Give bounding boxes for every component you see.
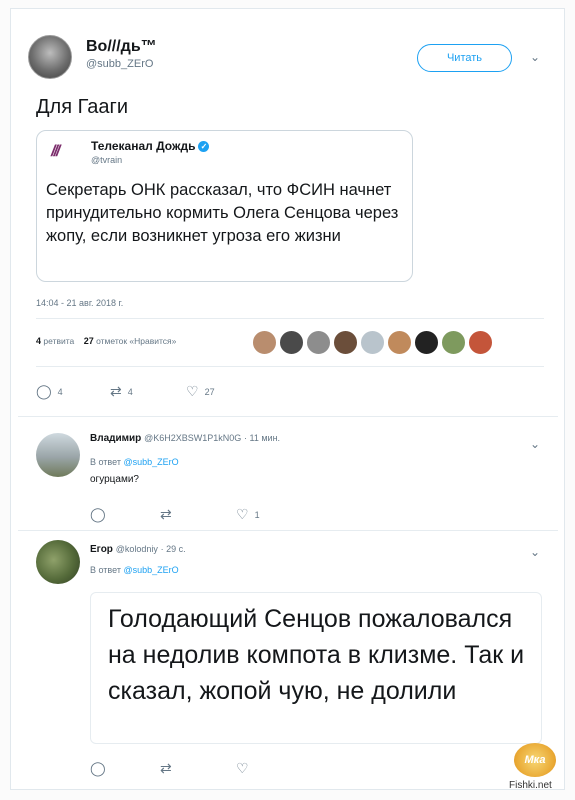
reply-to-link[interactable]: @subb_ZErO [123, 565, 178, 575]
retweet-icon: ⇄ [160, 506, 172, 522]
reply-to-link[interactable]: @subb_ZErO [123, 457, 178, 467]
liker-avatar[interactable] [333, 330, 358, 355]
retweet-count: 4 [127, 386, 133, 397]
liker-avatar[interactable] [279, 330, 304, 355]
liker-avatar[interactable] [468, 330, 493, 355]
quoted-author-name-label: Телеканал Дождь [91, 139, 196, 153]
divider [36, 366, 544, 367]
like-count: 27 [204, 386, 215, 397]
liker-avatar[interactable] [252, 330, 277, 355]
reply-author-name[interactable]: Владимир [90, 433, 141, 444]
reply-prefix: В ответ [90, 565, 121, 575]
heart-icon: ♡ [236, 760, 249, 776]
retweet-icon: ⇄ [110, 383, 122, 399]
liker-avatar[interactable] [414, 330, 439, 355]
reply-button[interactable]: ◯ 4 [36, 383, 63, 400]
reply-count: 4 [57, 386, 63, 397]
divider [18, 530, 558, 531]
liker-avatar[interactable] [360, 330, 385, 355]
retweet-button[interactable]: ⇄ [160, 760, 178, 777]
author-name[interactable]: Во///дь™ [86, 38, 157, 56]
reply-to-line: В ответ @subb_ZErO [90, 565, 179, 575]
follow-button[interactable]: Читать [417, 44, 512, 72]
like-count: 1 [254, 509, 260, 520]
tweet-text: Для Гааги [36, 96, 129, 118]
reply-icon: ◯ [90, 760, 106, 776]
chevron-down-icon[interactable]: ⌄ [530, 437, 540, 451]
liker-avatar[interactable] [306, 330, 331, 355]
watermark-site: Fishki.net [509, 780, 552, 791]
reply-avatar[interactable] [36, 433, 80, 477]
retweets-label[interactable]: ретвита [43, 336, 74, 346]
author-handle[interactable]: @subb_ZErO [86, 58, 153, 70]
reply-text-box: Голодающий Сенцов пожаловался на недолив… [90, 592, 542, 744]
reply-text: Голодающий Сенцов пожаловался на недолив… [108, 605, 525, 705]
divider [18, 416, 558, 417]
reply-time[interactable]: · 11 мин. [244, 433, 280, 443]
chevron-down-icon[interactable]: ⌄ [530, 545, 540, 559]
author-avatar[interactable] [28, 35, 72, 79]
reply-author-handle[interactable]: @kolodniy [116, 544, 158, 554]
reply-icon: ◯ [90, 506, 106, 522]
liker-avatar[interactable] [387, 330, 412, 355]
tweet-timestamp[interactable]: 14:04 - 21 авг. 2018 г. [36, 298, 123, 308]
retweet-button[interactable]: ⇄ [160, 506, 178, 523]
reply-time[interactable]: · 29 с. [161, 544, 186, 554]
reply-author-handle[interactable]: @K6H2XBSW1P1kN0G [144, 433, 241, 443]
retweets-count[interactable]: 4 [36, 336, 41, 346]
quoted-author-handle[interactable]: @tvrain [91, 155, 122, 165]
reply-avatar[interactable] [36, 540, 80, 584]
reply-author-name[interactable]: Егор [90, 544, 113, 555]
reply-text: огурцами? [90, 474, 139, 485]
tweet-stats: 4 ретвита 27 отметок «Нравится» [36, 336, 176, 346]
reply-icon: ◯ [36, 383, 52, 399]
screenshot-frame: Во///дь™ @subb_ZErO Читать ⌄ Для Гааги /… [0, 0, 575, 800]
reply-button[interactable]: ◯ [90, 506, 112, 523]
quoted-author-name[interactable]: Телеканал Дождь ✓ [91, 139, 210, 153]
like-button[interactable]: ♡ 1 [236, 506, 260, 523]
heart-icon: ♡ [236, 506, 249, 522]
retweet-icon: ⇄ [160, 760, 172, 776]
chevron-down-icon[interactable]: ⌄ [530, 50, 540, 64]
reply-button[interactable]: ◯ [90, 760, 112, 777]
reply-to-line: В ответ @subb_ZErO [90, 457, 179, 467]
retweet-button[interactable]: ⇄ 4 [110, 383, 133, 400]
tvrain-logo: /// [51, 143, 60, 160]
reply-author[interactable]: Владимир @K6H2XBSW1P1kN0G · 11 мин. [90, 433, 280, 444]
heart-icon: ♡ [186, 383, 199, 399]
reply-author[interactable]: Егор @kolodniy · 29 с. [90, 544, 186, 555]
divider [36, 318, 544, 319]
like-button[interactable]: ♡ [236, 760, 255, 777]
watermark-logo: Мка [514, 743, 556, 777]
quoted-tweet-text: Секретарь ОНК рассказал, что ФСИН начнет… [46, 181, 399, 245]
likes-count[interactable]: 27 [84, 336, 94, 346]
verified-badge-icon: ✓ [198, 141, 210, 153]
likes-label[interactable]: отметок «Нравится» [96, 336, 176, 346]
like-button[interactable]: ♡ 27 [186, 383, 215, 400]
quoted-tweet[interactable]: /// Телеканал Дождь ✓ @tvrain Секретарь О… [36, 130, 413, 282]
liker-avatar[interactable] [441, 330, 466, 355]
reply-prefix: В ответ [90, 457, 121, 467]
